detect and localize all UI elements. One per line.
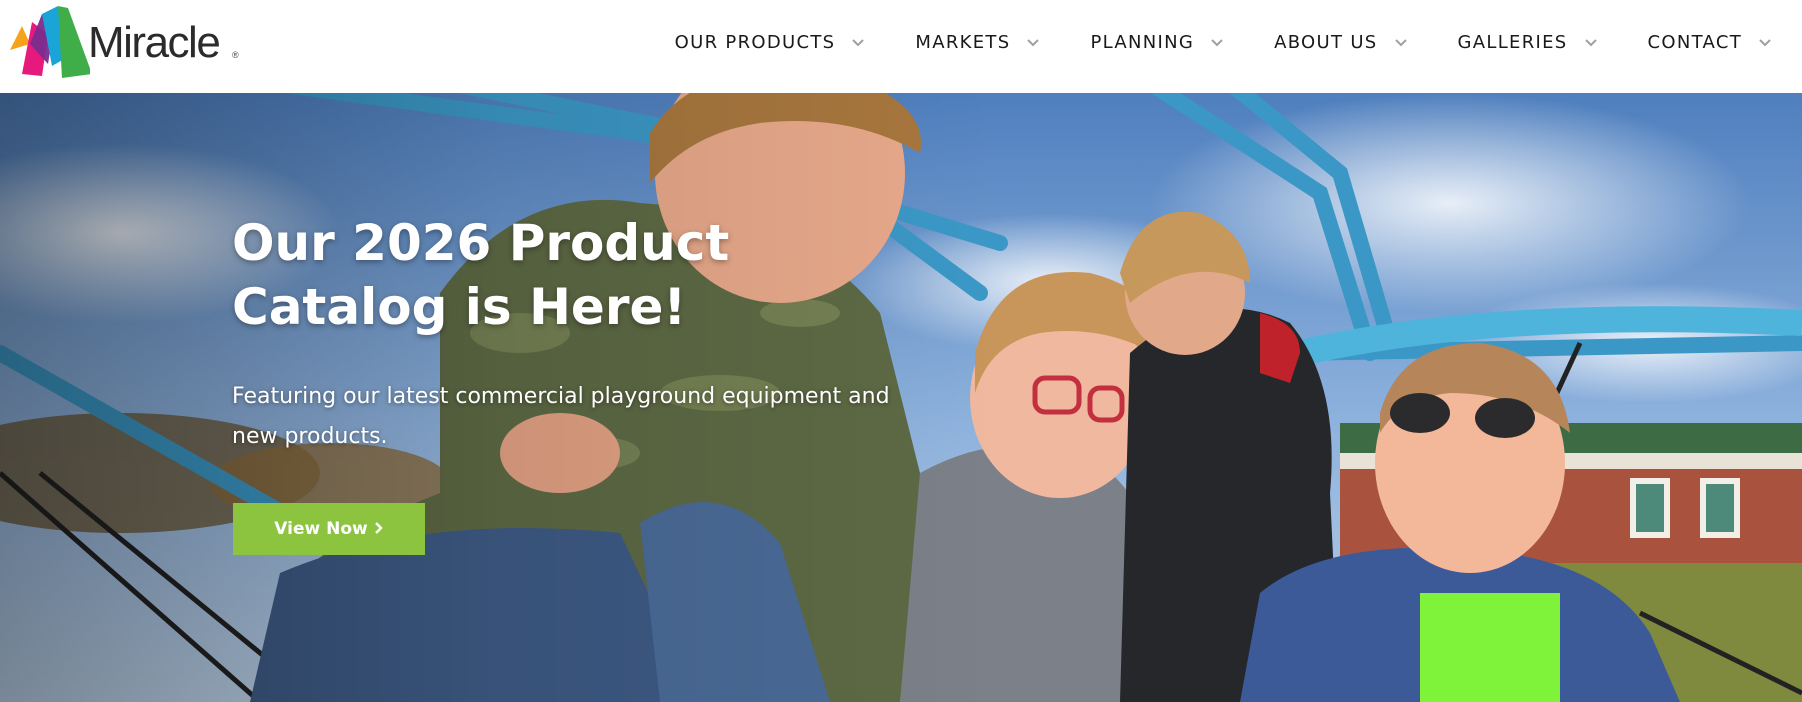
nav-item-contact[interactable]: CONTACT — [1648, 32, 1772, 53]
chevron-down-icon — [852, 38, 865, 46]
nav-item-planning[interactable]: PLANNING — [1090, 32, 1224, 53]
hero-title-line-2: Catalog is Here! — [232, 278, 687, 336]
view-now-button[interactable]: View Now — [233, 503, 425, 555]
nav-label: ABOUT US — [1274, 32, 1378, 53]
nav-item-markets[interactable]: MARKETS — [915, 32, 1040, 53]
nav-item-about-us[interactable]: ABOUT US — [1274, 32, 1407, 53]
hero-subtitle-line-2: new products. — [232, 424, 388, 449]
chevron-down-icon — [1394, 38, 1407, 46]
main-nav: OUR PRODUCTS MARKETS PLANNING ABOUT US G… — [675, 0, 1772, 85]
nav-label: PLANNING — [1090, 32, 1195, 53]
registered-mark: ® — [232, 50, 239, 60]
nav-label: CONTACT — [1647, 32, 1742, 53]
brand-name: Miracle — [88, 18, 221, 67]
brand-logo[interactable]: Miracle ® — [8, 4, 239, 80]
site-header: Miracle ® OUR PRODUCTS MARKETS PLANNING … — [0, 0, 1802, 93]
nav-item-galleries[interactable]: GALLERIES — [1458, 32, 1598, 53]
chevron-right-icon — [374, 520, 384, 539]
chevron-down-icon — [1211, 38, 1223, 46]
chevron-down-icon — [1584, 38, 1597, 46]
hero-subtitle: Featuring our latest commercial playgrou… — [232, 377, 952, 457]
logo-mark-icon — [10, 6, 90, 78]
hero-subtitle-line-1: Featuring our latest commercial playgrou… — [232, 384, 890, 409]
nav-label: OUR PRODUCTS — [674, 32, 836, 53]
nav-label: MARKETS — [915, 32, 1011, 53]
hero-title-line-1: Our 2026 Product — [232, 214, 730, 272]
hero-title: Our 2026 Product Catalog is Here! — [232, 211, 872, 339]
nav-label: GALLERIES — [1457, 32, 1568, 53]
chevron-down-icon — [1759, 38, 1771, 46]
chevron-down-icon — [1027, 38, 1040, 46]
cta-label: View Now — [274, 519, 368, 539]
nav-item-our-products[interactable]: OUR PRODUCTS — [675, 32, 866, 53]
hero-banner: Our 2026 Product Catalog is Here! Featur… — [0, 93, 1802, 702]
